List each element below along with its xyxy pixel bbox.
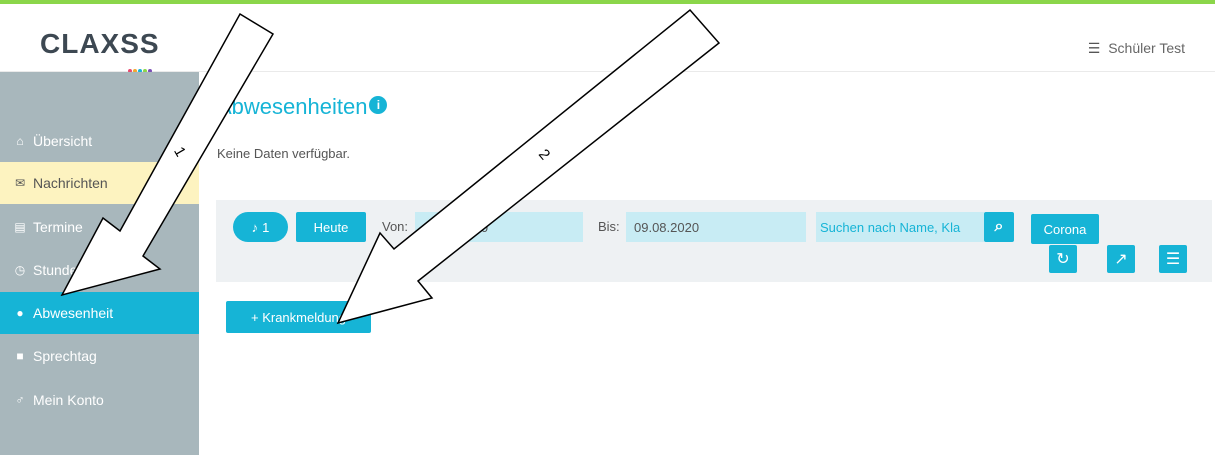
clock-icon: ◷ — [14, 263, 26, 277]
sidebar-item-label: Termine — [33, 219, 83, 235]
logo[interactable]: CLAXSS — [40, 26, 160, 73]
mail-icon: ✉ — [14, 176, 26, 190]
app-header: CLAXSS ☰ Schüler Test — [0, 4, 1215, 73]
filter-bar: ♪ 1 Heute Von: 09.08.2020 Bis: 09.08.202… — [216, 200, 1212, 282]
bell-icon: ♪ — [251, 219, 259, 235]
sidebar-item-absence[interactable]: ● Abwesenheit — [0, 292, 199, 334]
corona-button[interactable]: Corona — [1031, 214, 1099, 244]
user-icon: ♂ — [15, 393, 25, 407]
search-input[interactable]: Suchen nach Name, Kla — [816, 212, 984, 242]
info-icon[interactable]: i — [369, 96, 388, 114]
sidebar-item-overview[interactable]: ⌂ Übersicht — [0, 120, 199, 162]
sidebar-item-label: Abwesenheit — [33, 305, 114, 321]
sidebar-item-label: Mein Konto — [33, 392, 104, 408]
sidebar-item-label: Übersicht — [33, 133, 93, 149]
refresh-icon[interactable]: ↻ — [1049, 245, 1077, 273]
list-icon[interactable]: ☰ — [1159, 245, 1187, 273]
absence-icon: ● — [16, 306, 24, 320]
notification-count: 1 — [262, 219, 270, 235]
home-icon: ⌂ — [16, 134, 24, 148]
main-content: Abwesenheiten i Keine Daten verfügbar. ♪ … — [199, 72, 1215, 455]
logo-text: CLAXSS — [40, 28, 160, 59]
sidebar-item-timetable[interactable]: ◷ Stunden — [0, 249, 199, 291]
page-title-text: Abwesenheiten — [217, 94, 368, 119]
search-icon[interactable]: ⌕ — [984, 212, 1014, 242]
sidebar-item-label: Sprechtag — [33, 348, 97, 364]
sidebar-item-my-account[interactable]: ♂ Mein Konto — [0, 379, 199, 421]
sidebar: ⌂ Übersicht ✉ Nachrichten ▤ Termine ◷ St… — [0, 72, 199, 455]
chart-icon[interactable]: ↗ — [1107, 245, 1135, 273]
to-label: Bis: — [598, 219, 620, 234]
sidebar-item-appointments[interactable]: ▤ Termine — [0, 206, 199, 248]
from-date-input[interactable]: 09.08.2020 — [415, 212, 583, 242]
calendar-icon: ▤ — [14, 220, 26, 234]
page-title: Abwesenheiten i — [217, 94, 388, 120]
chat-icon: ■ — [16, 349, 24, 363]
sidebar-item-messages[interactable]: ✉ Nachrichten — [0, 162, 199, 204]
from-label: Von: — [382, 219, 409, 234]
menu-icon: ☰ — [1087, 40, 1101, 56]
today-button[interactable]: Heute — [296, 212, 366, 242]
to-date-input[interactable]: 09.08.2020 — [626, 212, 806, 242]
user-name: Schüler Test — [1108, 40, 1185, 56]
notification-count-button[interactable]: ♪ 1 — [233, 212, 288, 242]
sick-note-button[interactable]: + Krankmeldung — [226, 301, 371, 333]
sidebar-item-label: Nachrichten — [33, 175, 108, 191]
sidebar-item-label: Stunden — [33, 262, 86, 278]
no-data-message: Keine Daten verfügbar. — [217, 146, 350, 161]
user-menu[interactable]: ☰ Schüler Test — [1088, 40, 1185, 57]
sidebar-item-consultation-day[interactable]: ■ Sprechtag — [0, 335, 199, 377]
